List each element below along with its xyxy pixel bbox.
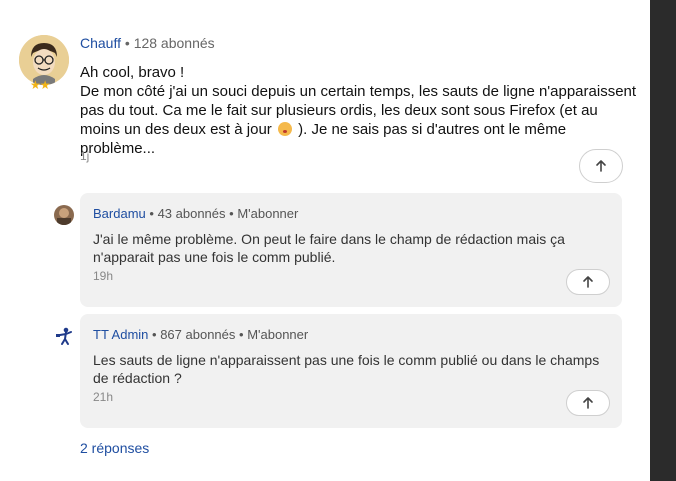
separator: •: [149, 206, 154, 221]
reply-time: 19h: [93, 269, 114, 283]
reply-time: 21h: [93, 390, 114, 404]
separator: •: [239, 327, 244, 342]
two-stars-icon: ★★: [30, 78, 50, 92]
subscriber-count: 43 abonnés: [157, 206, 226, 221]
surprised-face-icon: [277, 122, 292, 136]
subscriber-count: 128 abonnés: [133, 35, 215, 51]
comment-line: Ah cool, bravo !: [80, 64, 185, 81]
comment-paragraph: De mon côté j'ai un souci depuis un cert…: [80, 82, 640, 158]
reply-header: Bardamu • 43 abonnés • M'abonner: [93, 206, 298, 221]
arrow-up-icon: [583, 276, 593, 288]
reply-avatar[interactable]: [54, 326, 74, 346]
scrollbar-rail[interactable]: [650, 0, 676, 481]
reply-avatar[interactable]: [54, 205, 74, 225]
subscribe-link[interactable]: M'abonner: [237, 206, 298, 221]
reply-text: Les sauts de ligne n'apparaissent pas un…: [93, 352, 600, 386]
admin-figure-icon: [56, 327, 72, 345]
comment-header: Chauff • 128 abonnés: [80, 35, 215, 51]
upvote-button[interactable]: [579, 149, 623, 183]
reply-text: J'ai le même problème. On peut le faire …: [93, 231, 565, 265]
author-link[interactable]: TT Admin: [93, 327, 148, 342]
reply-card: TT Admin • 867 abonnés • M'abonner Les s…: [80, 314, 622, 428]
replies-link[interactable]: 2 réponses: [80, 440, 149, 456]
comment-body: Ah cool, bravo ! De mon côté j'ai un sou…: [80, 63, 640, 158]
subscribe-link[interactable]: M'abonner: [247, 327, 308, 342]
separator: •: [152, 327, 157, 342]
comment-time: 1j: [80, 149, 90, 163]
subscriber-count: 867 abonnés: [160, 327, 236, 342]
arrow-up-icon: [596, 160, 606, 172]
separator: •: [124, 35, 130, 51]
upvote-button[interactable]: [566, 390, 610, 416]
avatar-photo-icon: [54, 205, 74, 225]
upvote-button[interactable]: [566, 269, 610, 295]
author-link[interactable]: Bardamu: [93, 206, 146, 221]
reply-card: Bardamu • 43 abonnés • M'abonner J'ai le…: [80, 193, 622, 307]
author-link[interactable]: Chauff: [80, 35, 121, 51]
reply-header: TT Admin • 867 abonnés • M'abonner: [93, 327, 308, 342]
arrow-up-icon: [583, 397, 593, 409]
separator: •: [229, 206, 234, 221]
